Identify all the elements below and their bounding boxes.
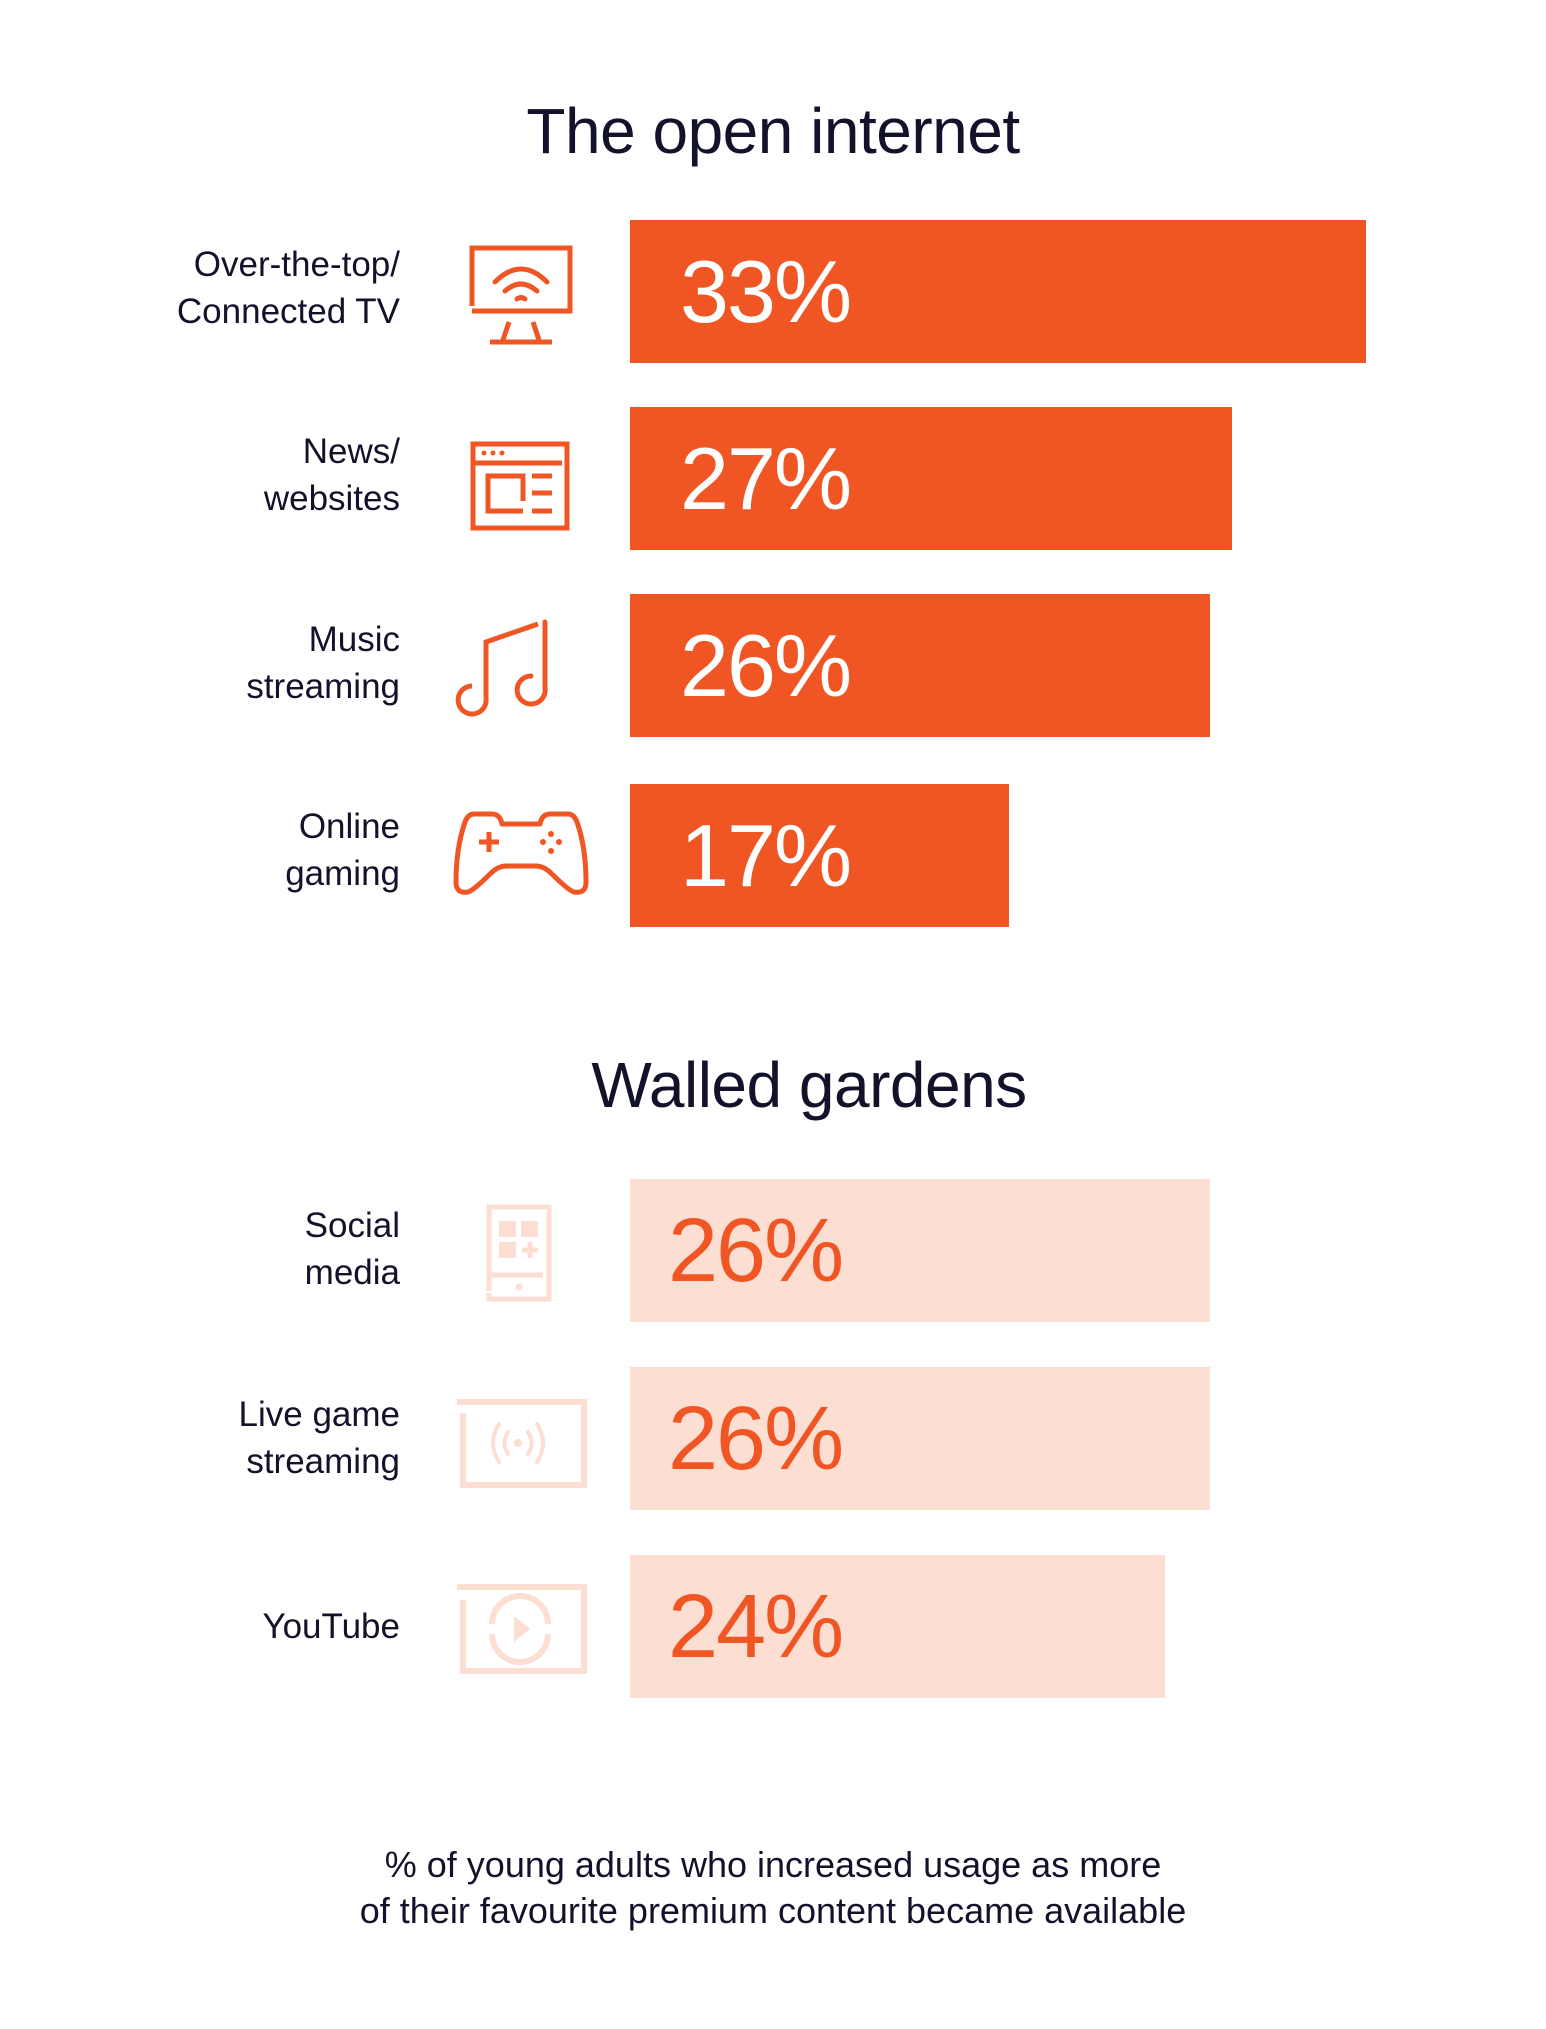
bar-value-label: 26% (668, 1388, 844, 1489)
bar-value-label: 26% (680, 615, 852, 715)
bar: 17% (630, 784, 1009, 927)
row-label: Online gaming (285, 807, 400, 893)
bar: 24% (630, 1555, 1165, 1698)
connected-tv-icon (468, 244, 574, 346)
bar: 26% (630, 1367, 1210, 1510)
row-label: Music streaming (246, 620, 400, 706)
bar: 26% (630, 594, 1210, 737)
chart-caption: % of young adults who increased usage as… (359, 1844, 1187, 1931)
bar-value-label: 33% (680, 241, 852, 341)
row-label: Over-the-top/ Connected TV (176, 245, 400, 331)
game-controller-icon (452, 808, 590, 896)
video-play-icon (454, 1584, 587, 1674)
bar-value-label: 24% (668, 1576, 844, 1677)
bar-value-label: 26% (668, 1200, 844, 1301)
row-label: News/ websites (263, 432, 400, 518)
section-title-walled-gardens: Walled gardens (591, 1049, 1027, 1121)
section-title-open-internet: The open internet (526, 95, 1020, 167)
row-label: YouTube (262, 1607, 400, 1646)
bar-value-label: 17% (680, 805, 852, 905)
live-stream-icon (454, 1399, 587, 1488)
bar-value-label: 27% (680, 428, 852, 528)
browser-window-icon (470, 441, 570, 531)
bar: 33% (630, 220, 1366, 363)
music-note-icon (452, 618, 554, 720)
bar: 27% (630, 407, 1232, 550)
row-label: Social media (304, 1206, 400, 1292)
bar: 26% (630, 1179, 1210, 1322)
row-label: Live game streaming (238, 1395, 400, 1481)
mobile-app-icon (485, 1203, 553, 1303)
